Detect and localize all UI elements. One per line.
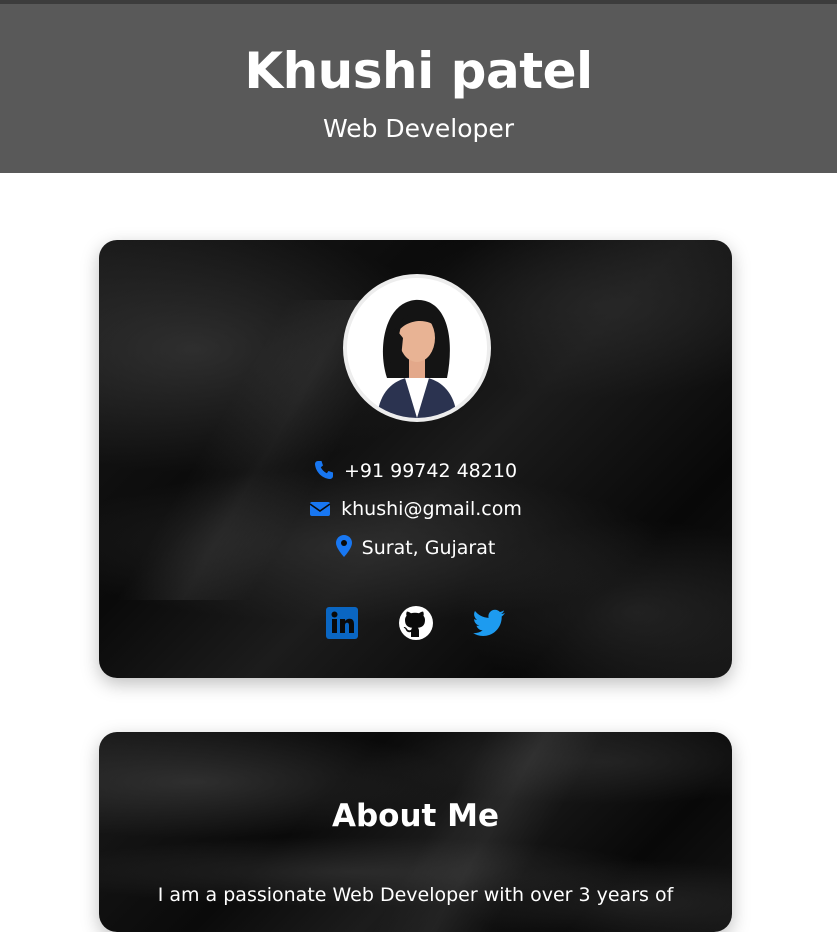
woman-avatar-icon	[347, 278, 487, 418]
contact-email-text: khushi@gmail.com	[341, 498, 522, 520]
twitter-icon	[472, 609, 505, 636]
profile-card: +91 99742 48210 khushi@gmail.com Surat, …	[99, 240, 732, 678]
twitter-link[interactable]	[471, 605, 507, 641]
phone-icon	[314, 460, 334, 486]
map-marker-icon	[335, 535, 352, 563]
social-links	[99, 605, 732, 641]
page-subtitle: Web Developer	[322, 114, 515, 143]
about-card: About Me I am a passionate Web Developer…	[99, 732, 732, 932]
github-icon	[398, 606, 433, 640]
linkedin-link[interactable]	[324, 605, 360, 641]
contact-location: Surat, Gujarat	[99, 535, 732, 563]
contact-phone[interactable]: +91 99742 48210	[99, 459, 732, 486]
page-header: Khushi patel Web Developer	[0, 4, 837, 173]
envelope-icon	[309, 500, 331, 524]
about-title: About Me	[331, 798, 500, 834]
page-title: Khushi patel	[244, 42, 593, 100]
avatar	[343, 274, 491, 422]
contact-phone-text: +91 99742 48210	[343, 460, 518, 482]
github-link[interactable]	[398, 605, 434, 641]
about-text: I am a passionate Web Developer with ove…	[157, 884, 674, 906]
linkedin-icon	[326, 607, 359, 639]
contact-location-text: Surat, Gujarat	[361, 537, 496, 559]
contact-email[interactable]: khushi@gmail.com	[99, 497, 732, 524]
